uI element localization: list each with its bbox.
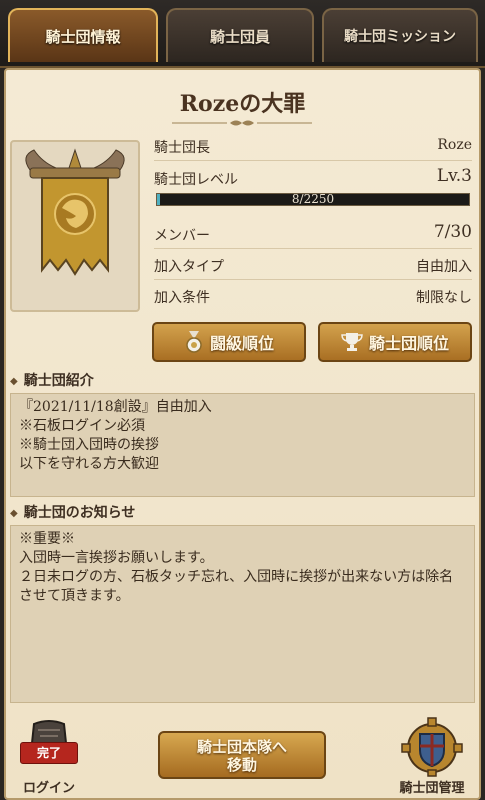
tab-guild-info[interactable]: 騎士団情報 <box>8 8 158 62</box>
guild-manage-label: 騎士団管理 <box>399 781 465 796</box>
level-exp-text: 8/2250 <box>291 192 335 206</box>
gear-shield-icon <box>401 717 463 777</box>
level-label: 騎士団レベル <box>154 172 238 188</box>
arena-rank-button[interactable]: 闘級順位 <box>152 322 306 362</box>
tab-label: 騎士団ミッション <box>344 29 456 45</box>
leader-value: Roze <box>437 137 472 153</box>
login-reward-button[interactable]: 完了 ログイン <box>6 718 92 798</box>
diamond-bullet-icon: ◆ <box>10 376 18 387</box>
intro-text: 『2021/11/18創設』自由加入 ※石板ログイン必須 ※騎士団入団時の挨拶 … <box>10 393 475 497</box>
intro-section-title: ◆ 騎士団紹介 <box>10 373 94 389</box>
join-condition-label: 加入条件 <box>154 290 210 306</box>
guild-emblem-icon <box>25 148 125 276</box>
guild-emblem-frame <box>10 140 140 312</box>
move-to-main-guild-button[interactable]: 騎士団本隊へ 移動 <box>158 731 326 779</box>
tab-label: 騎士団情報 <box>45 27 121 46</box>
tab-guild-missions[interactable]: 騎士団ミッション <box>322 8 478 62</box>
title-ornament-icon <box>172 120 312 126</box>
trophy-icon <box>341 333 363 351</box>
join-condition-value: 制限なし <box>416 290 472 306</box>
login-label: ログイン <box>22 781 75 796</box>
join-type-value: 自由加入 <box>416 259 472 275</box>
login-done-badge: 完了 <box>20 742 78 764</box>
join-type-label: 加入タイプ <box>154 259 224 275</box>
move-button-line1: 騎士団本隊へ <box>196 738 287 756</box>
level-exp-bar: 8/2250 <box>156 192 470 206</box>
member-value: 7/30 <box>433 222 472 242</box>
member-label: メンバー <box>154 228 210 244</box>
move-button-line2: 移動 <box>226 756 257 774</box>
guild-rank-label: 騎士団順位 <box>368 334 449 353</box>
info-row-level: 騎士団レベル Lv.3 <box>154 166 472 192</box>
info-row-join-condition: 加入条件 制限なし <box>154 284 472 310</box>
level-value: Lv.3 <box>436 166 472 186</box>
guild-manage-button[interactable]: 騎士団管理 <box>384 716 480 798</box>
diamond-bullet-icon: ◆ <box>10 508 18 519</box>
notice-text: ※重要※ 入団時一言挨拶お願いします。 ２日未ログの方、石板タッチ忘れ、入団時に… <box>10 525 475 703</box>
info-row-leader: 騎士団長 Roze <box>154 134 472 161</box>
notice-section-title: ◆ 騎士団のお知らせ <box>10 505 136 521</box>
tab-bar: 騎士団情報 騎士団員 騎士団ミッション <box>0 0 485 68</box>
medal-icon <box>186 331 202 353</box>
info-row-join-type: 加入タイプ 自由加入 <box>154 253 472 280</box>
tab-guild-members[interactable]: 騎士団員 <box>166 8 314 62</box>
guild-name: Rozeの大罪 <box>179 91 306 117</box>
info-row-members: メンバー 7/30 <box>154 222 472 249</box>
arena-rank-label: 闘級順位 <box>209 334 274 353</box>
tab-label: 騎士団員 <box>209 27 270 46</box>
leader-label: 騎士団長 <box>154 140 210 156</box>
guild-rank-button[interactable]: 騎士団順位 <box>318 322 472 362</box>
